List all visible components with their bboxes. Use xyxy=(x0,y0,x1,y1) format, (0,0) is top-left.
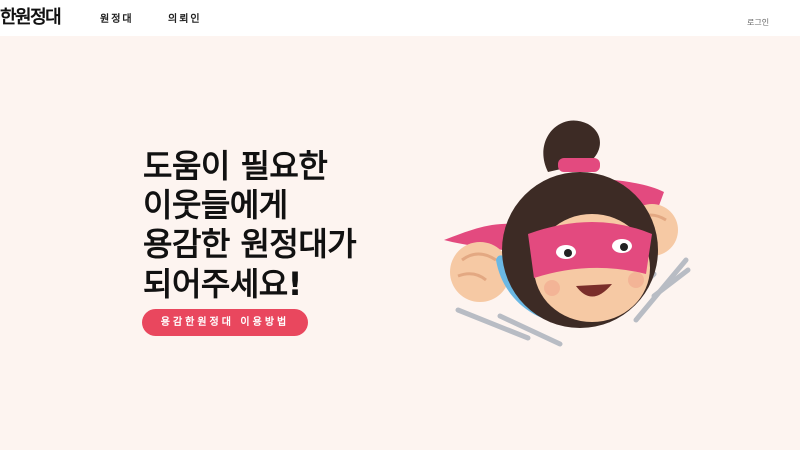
hero-headline-line-2: 이웃들에게 xyxy=(143,186,288,224)
hero-headline-line-3: 용감한 원정대가 xyxy=(143,225,357,263)
hero-headline-line-4: 되어주세요! xyxy=(143,265,302,303)
hero-headline-line-1: 도움이 필요한 xyxy=(143,147,328,185)
nav-item-wonjeongdae[interactable]: 원정대 xyxy=(100,13,134,27)
how-to-use-button[interactable]: 용감한원정대 이용방법 xyxy=(142,309,308,336)
flying-hero-girl-illustration xyxy=(444,120,691,347)
top-navbar: 한원정대 원정대 의뢰인 로그인 xyxy=(0,0,800,36)
nav-item-uiroein[interactable]: 의뢰인 xyxy=(168,13,202,27)
login-link[interactable]: 로그인 xyxy=(747,18,769,28)
site-logo[interactable]: 한원정대 xyxy=(0,7,62,29)
